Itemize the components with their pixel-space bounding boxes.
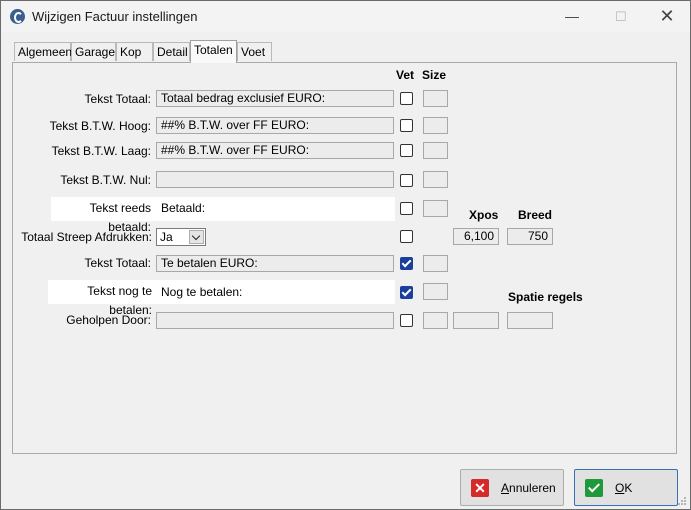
size-header: Size: [422, 68, 447, 82]
vet-checkbox[interactable]: [400, 119, 413, 132]
vet-checkbox[interactable]: [400, 92, 413, 105]
tekst-reeds-betaald-label: Tekst reeds betaald:: [51, 199, 151, 234]
breed-header: Breed: [518, 208, 553, 222]
maximize-button[interactable]: ☐: [598, 1, 644, 32]
tab-voet[interactable]: Voet: [237, 42, 272, 61]
tab-kop[interactable]: Kop: [116, 42, 153, 61]
vet-checkbox[interactable]: [400, 174, 413, 187]
tekst-btw-hoog-label: Tekst B.T.W. Hoog:: [49, 119, 151, 133]
vet-checkbox[interactable]: [400, 202, 413, 215]
size-field[interactable]: [423, 142, 448, 159]
tab-algemeen[interactable]: Algemeen: [14, 42, 72, 61]
tekst-totaal-field[interactable]: Totaal bedrag exclusief EURO:: [156, 90, 394, 107]
tab-garage[interactable]: Garage: [71, 42, 116, 61]
totaal-streep-select[interactable]: Ja: [156, 228, 206, 246]
app-logo-icon: [10, 9, 25, 24]
vet-checkbox[interactable]: [400, 230, 413, 243]
tekst-btw-nul-label: Tekst B.T.W. Nul:: [60, 173, 151, 187]
spatie-field[interactable]: [453, 312, 499, 329]
vet-checkbox-checked[interactable]: [400, 257, 413, 270]
tekst-btw-nul-field[interactable]: [156, 171, 394, 188]
totaal-streep-afdrukken-label: Totaal Streep Afdrukken:: [21, 230, 152, 244]
totaal-streep-value: Ja: [160, 230, 173, 244]
size-field[interactable]: [423, 200, 448, 217]
cancel-label: Annuleren: [501, 481, 556, 495]
window-title: Wijzigen Factuur instellingen: [32, 9, 198, 24]
size-field[interactable]: [423, 283, 448, 300]
vet-checkbox[interactable]: [400, 314, 413, 327]
tekst-reeds-betaald-field[interactable]: Betaald:: [156, 200, 394, 217]
chevron-down-icon[interactable]: [189, 230, 204, 244]
tekst-totaal-2-field[interactable]: Te betalen EURO:: [156, 255, 394, 272]
geholpen-door-field[interactable]: [156, 312, 394, 329]
cancel-button[interactable]: ✕ Annuleren: [460, 469, 564, 506]
close-icon: ✕: [471, 479, 489, 497]
tekst-nog-te-betalen-field[interactable]: Nog te betalen:: [156, 284, 394, 301]
tekst-totaal-label: Tekst Totaal:: [84, 256, 151, 270]
xpos-header: Xpos: [469, 208, 499, 222]
size-field[interactable]: [423, 312, 448, 329]
spatie-field-2[interactable]: [507, 312, 553, 329]
tekst-btw-hoog-field[interactable]: ##% B.T.W. over FF EURO:: [156, 117, 394, 134]
xpos-field[interactable]: 6,100: [453, 228, 499, 245]
spatie-regels-header: Spatie regels: [508, 290, 583, 304]
size-field[interactable]: [423, 90, 448, 107]
ok-label: OK: [615, 481, 633, 495]
geholpen-door-label: Geholpen Door:: [66, 313, 151, 327]
close-button[interactable]: ✕: [644, 1, 690, 32]
size-field[interactable]: [423, 171, 448, 188]
tekst-totaal-label: Tekst Totaal:: [84, 92, 151, 106]
resize-grip-icon[interactable]: [677, 496, 687, 506]
vet-header: Vet: [396, 68, 415, 82]
ok-button[interactable]: OK: [574, 469, 678, 506]
tab-detail[interactable]: Detail: [153, 42, 190, 61]
title-bar: Wijzigen Factuur instellingen — ☐ ✕: [1, 1, 690, 32]
checkmark-icon: [585, 479, 603, 497]
vet-checkbox[interactable]: [400, 144, 413, 157]
vet-checkbox-checked[interactable]: [400, 286, 413, 299]
size-field[interactable]: [423, 255, 448, 272]
tekst-btw-laag-label: Tekst B.T.W. Laag:: [51, 144, 151, 158]
size-field[interactable]: [423, 117, 448, 134]
tekst-nog-te-betalen-label: Tekst nog te betalen:: [48, 282, 152, 317]
tab-totalen[interactable]: Totalen: [190, 40, 237, 63]
breed-field[interactable]: 750: [507, 228, 553, 245]
tekst-btw-laag-field[interactable]: ##% B.T.W. over FF EURO:: [156, 142, 394, 159]
minimize-button[interactable]: —: [549, 1, 595, 32]
dialog-window: Wijzigen Factuur instellingen — ☐ ✕ Alge…: [0, 0, 691, 510]
